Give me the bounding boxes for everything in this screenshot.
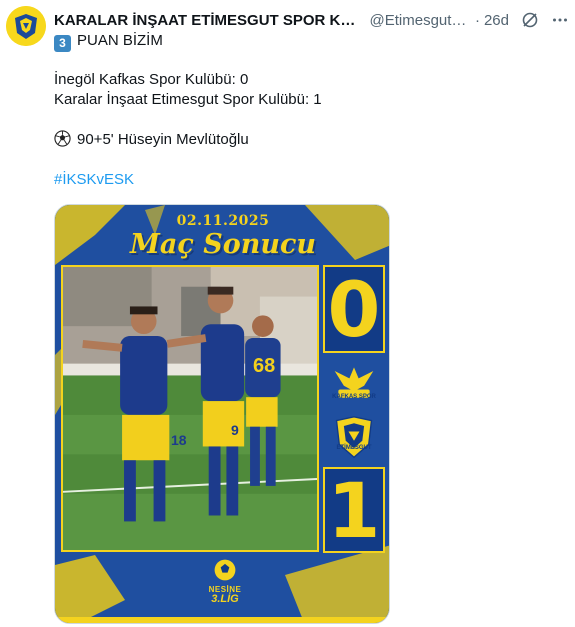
goal-text: 90+5' Hüseyin Mevlütoğlu bbox=[77, 131, 249, 148]
goal-line: 90+5' Hüseyin Mevlütoğlu bbox=[54, 130, 249, 150]
match-result-image[interactable]: 02.11.2025 Maç Sonucu 18 9 68 0 KAFKAS S… bbox=[54, 204, 390, 624]
away-result-text: Karalar İnşaat Etimesgut Spor Kulübü: 1 bbox=[54, 91, 322, 108]
league-ball-icon bbox=[214, 559, 236, 581]
home-score: 0 bbox=[323, 265, 385, 354]
author-handle[interactable]: @Etimesgutspor bbox=[370, 12, 471, 29]
league-badge: NESİNE 3.LİG bbox=[200, 557, 250, 621]
home-result-text: İnegöl Kafkas Spor Kulübü: 0 bbox=[54, 71, 249, 88]
headline-line: 3 PUAN BİZİM bbox=[54, 31, 163, 52]
post-time[interactable]: 26d bbox=[484, 12, 509, 29]
home-team-name: KAFKAS SPOR bbox=[332, 393, 376, 400]
match-date: 02.11.2025 bbox=[176, 213, 270, 229]
more-icon[interactable] bbox=[551, 11, 569, 29]
hashtag-link[interactable]: #İKSKvESK bbox=[54, 170, 134, 190]
back-player-number: 68 bbox=[253, 355, 276, 377]
away-team-name: ETİMESGUT bbox=[336, 445, 372, 451]
league-tier: 3.LİG bbox=[211, 593, 239, 605]
tweet[interactable]: KARALAR İNŞAAT ETİMESGUT SPOR KULÜBÜ @Et… bbox=[0, 0, 575, 627]
soccer-ball-icon bbox=[54, 130, 71, 147]
away-score: 1 bbox=[323, 466, 385, 555]
separator-dot: · bbox=[474, 11, 480, 29]
left-player-number: 18 bbox=[171, 432, 187, 448]
away-team-crest: ETİMESGUT bbox=[323, 409, 385, 467]
match-title: Maç Sonucu bbox=[129, 229, 317, 260]
middle-player-number: 9 bbox=[231, 422, 239, 438]
grok-icon[interactable] bbox=[521, 11, 539, 29]
headline-text: PUAN BİZİM bbox=[77, 32, 163, 49]
shield-crest-icon bbox=[335, 416, 373, 459]
author-name[interactable]: KARALAR İNŞAAT ETİMESGUT SPOR KULÜBÜ bbox=[54, 12, 364, 29]
bottom-strip bbox=[55, 617, 389, 623]
club-crest-icon bbox=[6, 6, 46, 46]
match-photo: 18 9 68 bbox=[61, 265, 319, 552]
home-team-crest: KAFKAS SPOR bbox=[323, 353, 385, 409]
club-avatar[interactable] bbox=[6, 6, 46, 46]
tweet-header: KARALAR İNŞAAT ETİMESGUT SPOR KULÜBÜ @Et… bbox=[54, 10, 569, 30]
keycap-number-icon: 3 bbox=[54, 35, 71, 52]
